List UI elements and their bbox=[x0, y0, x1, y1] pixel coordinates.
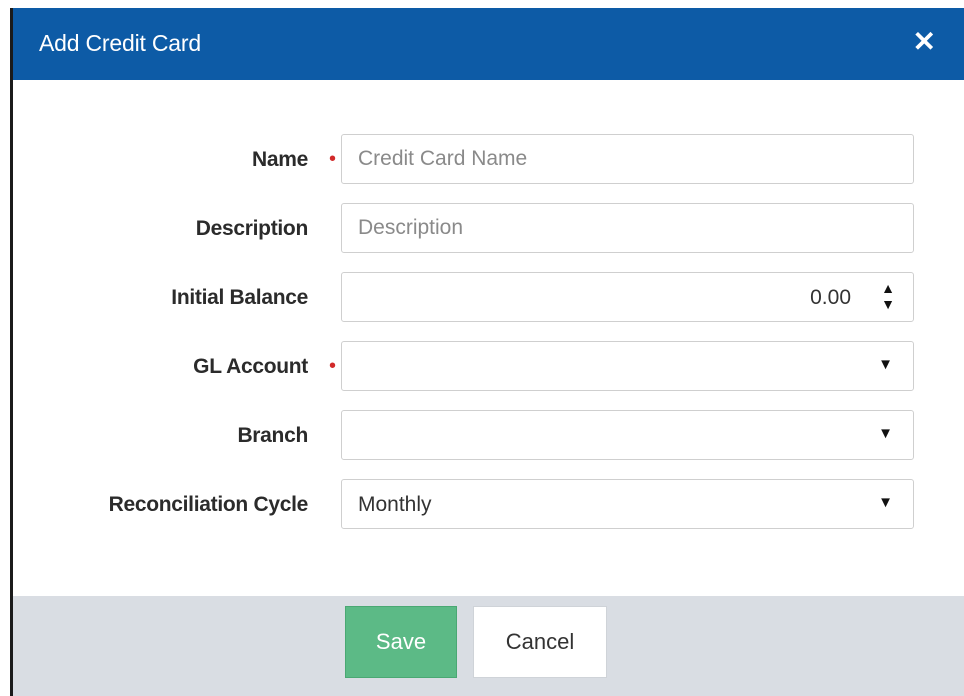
spinner-buttons[interactable]: ▲ ▼ bbox=[877, 280, 899, 314]
reconciliation-cycle-row: Reconciliation Cycle Monthly ▼ bbox=[13, 479, 964, 529]
save-button[interactable]: Save bbox=[345, 606, 457, 678]
reconciliation-cycle-label: Reconciliation Cycle bbox=[108, 493, 309, 516]
branch-label: Branch bbox=[237, 424, 308, 447]
add-credit-card-dialog: Add Credit Card ✕ Name • Description Ini… bbox=[10, 8, 964, 696]
dialog-header: Add Credit Card ✕ bbox=[13, 8, 964, 80]
description-row: Description bbox=[13, 203, 964, 253]
gl-account-label: GL Account bbox=[193, 355, 308, 378]
cancel-button[interactable]: Cancel bbox=[473, 606, 607, 678]
initial-balance-stepper[interactable]: 0.00 ▲ ▼ bbox=[341, 272, 914, 322]
chevron-down-icon[interactable]: ▼ bbox=[878, 356, 893, 373]
initial-balance-label: Initial Balance bbox=[171, 286, 308, 309]
spin-up-icon[interactable]: ▲ bbox=[877, 280, 899, 296]
description-input[interactable] bbox=[342, 204, 913, 252]
name-field[interactable] bbox=[341, 134, 914, 184]
name-label: Name bbox=[252, 148, 308, 171]
name-row: Name • bbox=[13, 134, 964, 184]
close-icon[interactable]: ✕ bbox=[913, 24, 936, 60]
spin-down-icon[interactable]: ▼ bbox=[877, 296, 899, 312]
description-label: Description bbox=[195, 217, 309, 240]
initial-balance-value[interactable]: 0.00 bbox=[810, 286, 851, 310]
description-field[interactable] bbox=[341, 203, 914, 253]
branch-row: Branch ▼ bbox=[13, 410, 964, 460]
dialog-title: Add Credit Card bbox=[39, 30, 201, 56]
initial-balance-row: Initial Balance 0.00 ▲ ▼ bbox=[13, 272, 964, 322]
required-indicator: • bbox=[328, 148, 336, 170]
gl-account-row: GL Account • ▼ bbox=[13, 341, 964, 391]
reconciliation-cycle-select[interactable]: Monthly ▼ bbox=[341, 479, 914, 529]
reconciliation-cycle-value: Monthly bbox=[358, 493, 432, 516]
gl-account-select[interactable]: ▼ bbox=[341, 341, 914, 391]
name-input[interactable] bbox=[342, 135, 913, 183]
chevron-down-icon[interactable]: ▼ bbox=[878, 425, 893, 442]
required-indicator: • bbox=[328, 355, 336, 377]
branch-select[interactable]: ▼ bbox=[341, 410, 914, 460]
chevron-down-icon[interactable]: ▼ bbox=[878, 494, 893, 511]
